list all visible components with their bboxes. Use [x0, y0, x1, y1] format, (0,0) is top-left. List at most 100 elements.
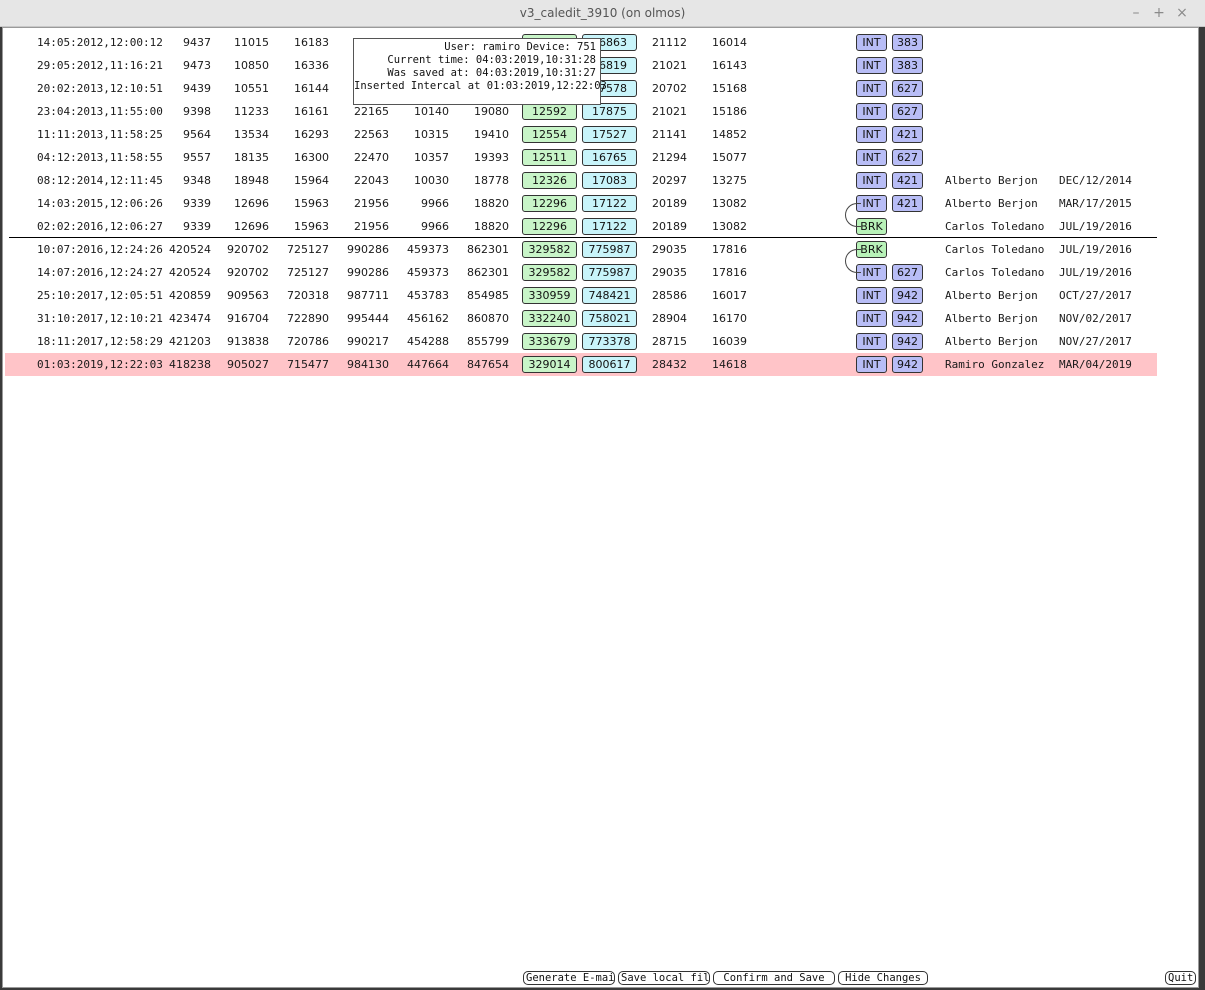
- value-cell: 862301: [467, 266, 509, 279]
- device-number-button[interactable]: 942: [892, 310, 923, 327]
- cyan-value-field[interactable]: 773378: [582, 333, 637, 350]
- save-local-file-button[interactable]: Save local file: [618, 971, 710, 985]
- date-cell: 25:10:2017,12:05:51: [37, 289, 163, 302]
- value-cell: 18948: [234, 174, 269, 187]
- device-number-button[interactable]: 942: [892, 333, 923, 350]
- value-cell: 15077: [712, 151, 747, 164]
- green-value-field[interactable]: 12554: [522, 126, 577, 143]
- green-value-field[interactable]: 329582: [522, 264, 577, 281]
- table-row[interactable]: 25:10:2017,12:05:51 420859 909563 720318 987…: [5, 284, 1157, 307]
- maximize-icon[interactable]: +: [1150, 4, 1168, 22]
- device-number-button[interactable]: 421: [892, 126, 923, 143]
- value-cell: 21956: [354, 197, 389, 210]
- green-value-field[interactable]: 333679: [522, 333, 577, 350]
- device-number-button[interactable]: 942: [892, 287, 923, 304]
- green-value-field[interactable]: 330959: [522, 287, 577, 304]
- value-cell: 16336: [294, 59, 329, 72]
- value-cell: 14618: [712, 358, 747, 371]
- type-tag-button[interactable]: INT: [856, 57, 887, 74]
- generate-email-button[interactable]: Generate E-mail: [523, 971, 615, 985]
- close-icon[interactable]: ×: [1173, 4, 1191, 22]
- type-tag-button[interactable]: INT: [856, 310, 887, 327]
- cyan-value-field[interactable]: 758021: [582, 310, 637, 327]
- value-cell: 9339: [183, 197, 211, 210]
- device-number-button[interactable]: 627: [892, 149, 923, 166]
- value-cell: 22563: [354, 128, 389, 141]
- quit-button[interactable]: Quit: [1165, 971, 1196, 985]
- device-number-button[interactable]: 383: [892, 34, 923, 51]
- cyan-value-field[interactable]: 17083: [582, 172, 637, 189]
- value-cell: 10315: [414, 128, 449, 141]
- table-row[interactable]: 18:11:2017,12:58:29 421203 913838 720786 990…: [5, 330, 1157, 353]
- cyan-value-field[interactable]: 775987: [582, 241, 637, 258]
- confirm-and-save-button[interactable]: Confirm and Save: [713, 971, 835, 985]
- value-cell: 29035: [652, 243, 687, 256]
- hide-changes-button[interactable]: Hide Changes: [838, 971, 928, 985]
- date-cell: 10:07:2016,12:24:26: [37, 243, 163, 256]
- table-row[interactable]: 02:02:2016,12:06:27 9339 12696 15963 21956 99…: [5, 215, 1157, 238]
- type-tag-button[interactable]: INT: [856, 34, 887, 51]
- cyan-value-field[interactable]: 17875: [582, 103, 637, 120]
- green-value-field[interactable]: 12296: [522, 195, 577, 212]
- cyan-value-field[interactable]: 748421: [582, 287, 637, 304]
- value-cell: 16170: [712, 312, 747, 325]
- green-value-field[interactable]: 12511: [522, 149, 577, 166]
- type-tag-button[interactable]: INT: [856, 287, 887, 304]
- cyan-value-field[interactable]: 800617: [582, 356, 637, 373]
- value-cell: 16161: [294, 105, 329, 118]
- user-date-cell: JUL/19/2016: [1059, 266, 1132, 279]
- table-row[interactable]: 10:07:2016,12:24:26 420524 920702 725127 990…: [5, 238, 1157, 261]
- value-cell: 725127: [287, 266, 329, 279]
- value-cell: 20702: [652, 82, 687, 95]
- value-cell: 418238: [169, 358, 211, 371]
- type-tag-button[interactable]: INT: [856, 80, 887, 97]
- green-value-field[interactable]: 12326: [522, 172, 577, 189]
- window-titlebar[interactable]: v3_caledit_3910 (on olmos) – + ×: [0, 0, 1205, 27]
- green-value-field[interactable]: 12592: [522, 103, 577, 120]
- green-value-field[interactable]: 332240: [522, 310, 577, 327]
- device-number-button[interactable]: 421: [892, 195, 923, 212]
- type-tag-button[interactable]: INT: [856, 172, 887, 189]
- green-value-field[interactable]: 329014: [522, 356, 577, 373]
- table-row[interactable]: 11:11:2013,11:58:25 9564 13534 16293 22563 10…: [5, 123, 1157, 146]
- table-row[interactable]: 14:07:2016,12:24:27 420524 920702 725127 990…: [5, 261, 1157, 284]
- cyan-value-field[interactable]: 17122: [582, 195, 637, 212]
- value-cell: 722890: [287, 312, 329, 325]
- green-value-field[interactable]: 12296: [522, 218, 577, 235]
- value-cell: 16293: [294, 128, 329, 141]
- green-value-field[interactable]: 329582: [522, 241, 577, 258]
- cyan-value-field[interactable]: 775987: [582, 264, 637, 281]
- cyan-value-field[interactable]: 17527: [582, 126, 637, 143]
- value-cell: 14852: [712, 128, 747, 141]
- value-cell: 456162: [407, 312, 449, 325]
- value-cell: 19393: [474, 151, 509, 164]
- type-tag-button[interactable]: INT: [856, 103, 887, 120]
- cyan-value-field[interactable]: 17122: [582, 218, 637, 235]
- value-cell: 995444: [347, 312, 389, 325]
- date-cell: 18:11:2017,12:58:29: [37, 335, 163, 348]
- table-row[interactable]: 31:10:2017,12:10:21 423474 916704 722890 995…: [5, 307, 1157, 330]
- info-tooltip: User: ramiro Device: 751 Current time: 0…: [353, 38, 607, 105]
- value-cell: 21141: [652, 128, 687, 141]
- type-tag-button[interactable]: INT: [856, 126, 887, 143]
- device-number-button[interactable]: 627: [892, 264, 923, 281]
- value-cell: 725127: [287, 243, 329, 256]
- user-date-cell: NOV/27/2017: [1059, 335, 1132, 348]
- minimize-icon[interactable]: –: [1127, 4, 1145, 22]
- device-number-button[interactable]: 942: [892, 356, 923, 373]
- type-tag-button[interactable]: INT: [856, 356, 887, 373]
- type-tag-button[interactable]: INT: [856, 333, 887, 350]
- table-row[interactable]: 04:12:2013,11:58:55 9557 18135 16300 22470 10…: [5, 146, 1157, 169]
- value-cell: 10850: [234, 59, 269, 72]
- table-row[interactable]: 14:03:2015,12:06:26 9339 12696 15963 21956 99…: [5, 192, 1157, 215]
- device-number-button[interactable]: 627: [892, 103, 923, 120]
- device-number-button[interactable]: 421: [892, 172, 923, 189]
- type-tag-button[interactable]: INT: [856, 149, 887, 166]
- device-number-button[interactable]: 383: [892, 57, 923, 74]
- cyan-value-field[interactable]: 16765: [582, 149, 637, 166]
- value-cell: 28432: [652, 358, 687, 371]
- value-cell: 10551: [234, 82, 269, 95]
- table-row[interactable]: 08:12:2014,12:11:45 9348 18948 15964 22043 10…: [5, 169, 1157, 192]
- device-number-button[interactable]: 627: [892, 80, 923, 97]
- table-row[interactable]: 01:03:2019,12:22:03 418238 905027 715477 984…: [5, 353, 1157, 376]
